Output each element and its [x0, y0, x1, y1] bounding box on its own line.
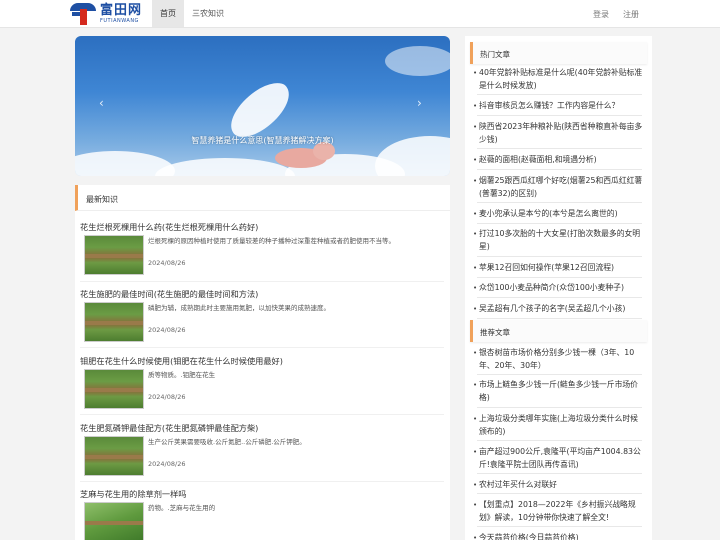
- divider: [477, 202, 642, 203]
- article-date: 2024/08/26: [148, 393, 186, 401]
- main-nav: 首页 三农知识: [152, 0, 232, 27]
- article-date: 2024/08/26: [148, 460, 186, 468]
- recommended-article-link[interactable]: 亩产超过900公斤,袁隆平(平均亩产1004.83公斤!袁隆平院士团队再传喜讯): [473, 446, 643, 471]
- divider: [477, 223, 642, 224]
- carousel-caption[interactable]: 智慧养猪是什么意思(智慧养猪解决方案): [75, 135, 450, 146]
- site-logo[interactable]: 富田网 FUTIANWANG: [70, 2, 146, 26]
- recommended-article-link[interactable]: 【划重点】2018—2022年《乡村振兴战略规划》解读，10分钟带你快速了解全文…: [473, 499, 643, 524]
- logo-subtitle: FUTIANWANG: [100, 18, 139, 24]
- article-title[interactable]: 花生肥氮磷钾最佳配方(花生肥氮磷钾最佳配方柴): [80, 422, 258, 434]
- logo-mark-icon: [70, 3, 96, 25]
- hot-article-link[interactable]: 抖音审核员怎么赚钱？工作内容是什么？: [473, 100, 643, 113]
- divider: [477, 277, 642, 278]
- top-header: 富田网 FUTIANWANG 首页 三农知识 登录 注册: [0, 0, 720, 28]
- article-thumbnail[interactable]: [84, 436, 144, 476]
- divider: [477, 407, 642, 408]
- divider: [477, 256, 642, 257]
- article-date: 2024/08/26: [148, 326, 186, 334]
- article-thumbnail[interactable]: [84, 369, 144, 409]
- hot-article-link[interactable]: 陕西省2023年种粮补贴(陕西省种粮直补每亩多少钱): [473, 121, 643, 146]
- hot-article-link[interactable]: 麦小兜承认是本兮的(本兮是怎么离世的): [473, 208, 643, 221]
- right-sidebar: 热门文章 40年党龄补贴标准是什么呢(40年党龄补贴标准是什么时候发放) 抖音审…: [465, 36, 652, 540]
- divider: [477, 473, 642, 474]
- article-summary: 烂根死棵的原因种植时使用了质量较差的种子播种过深重茬种植或者药肥使用不当等。: [148, 237, 395, 245]
- carousel-next-icon[interactable]: ›: [417, 96, 422, 110]
- hot-article-link[interactable]: 吴孟超有几个孩子的名字(吴孟超几个小孩): [473, 303, 643, 316]
- divider: [477, 526, 642, 527]
- divider: [477, 148, 642, 149]
- article-summary: 药物。.芝麻与花生用的: [148, 504, 216, 512]
- recommended-article-link[interactable]: 上海垃圾分类哪年实施(上海垃圾分类什么时候颁布的): [473, 413, 643, 438]
- divider: [477, 115, 642, 116]
- nav-agri-knowledge[interactable]: 三农知识: [184, 0, 232, 27]
- cloud-shape: [385, 46, 450, 76]
- logo-text: 富田网 FUTIANWANG: [100, 4, 142, 24]
- article-title[interactable]: 花生施肥的最佳时间(花生施肥的最佳时间和方法): [80, 288, 258, 300]
- cloud-shape: [155, 158, 295, 176]
- nav-home[interactable]: 首页: [152, 0, 184, 27]
- hot-article-link[interactable]: 苹果12召回如何操作(苹果12召回流程): [473, 262, 643, 275]
- recommended-article-link[interactable]: 今天蒜苔价格(今日蒜苔价格): [473, 532, 643, 540]
- recommended-article-link[interactable]: 银杏树苗市场价格分别多少钱一棵（3年、10年、20年、30年）: [473, 347, 643, 372]
- divider: [80, 414, 444, 415]
- divider: [477, 169, 642, 170]
- divider: [80, 281, 444, 282]
- latest-knowledge-panel: 最新知识 花生烂根死棵用什么药(花生烂根死棵用什么药好) 烂根死棵的原因种植时使…: [75, 185, 450, 540]
- article-title[interactable]: 芝麻与花生用的除草剂一样吗: [80, 488, 186, 500]
- article-title[interactable]: 钼肥在花生什么时候使用(钼肥在花生什么时候使用最好): [80, 355, 283, 367]
- article-thumbnail[interactable]: [84, 235, 144, 275]
- article-title[interactable]: 花生烂根死棵用什么药(花生烂根死棵用什么药好): [80, 221, 258, 233]
- register-link[interactable]: 注册: [623, 9, 639, 20]
- hero-carousel[interactable]: ‹ › 智慧养猪是什么意思(智慧养猪解决方案): [75, 36, 450, 176]
- hot-article-link[interactable]: 40年党龄补贴标准是什么呢(40年党龄补贴标准是什么时候发放): [473, 67, 643, 92]
- divider: [477, 440, 642, 441]
- divider: [477, 493, 642, 494]
- hot-article-link[interactable]: 赵薇的面相(赵薇面相,和境遇分析): [473, 154, 643, 167]
- carousel-prev-icon[interactable]: ‹: [99, 96, 104, 110]
- article-summary: 生产公斤荚果需要吸收.公斤氮肥..公斤磷肥.公斤钾肥。: [148, 438, 306, 446]
- hot-article-link[interactable]: 打过10多次胎的十大女星(打胎次数最多的女明星): [473, 228, 643, 253]
- recommended-articles-title: 推荐文章: [470, 320, 647, 342]
- article-date: 2024/08/26: [148, 259, 186, 267]
- recommended-article-link[interactable]: 市场上鲢鱼多少钱一斤(鲢鱼多少钱一斤市场价格): [473, 379, 643, 404]
- hot-article-link[interactable]: 烟薯25跟西瓜红哪个好吃(烟薯25和西瓜红红薯(普薯32)的区别): [473, 175, 643, 200]
- divider: [477, 318, 642, 319]
- divider: [477, 297, 642, 298]
- article-summary: 磷肥为辅，成熟期此时主要施用氮肥，以加快荚果的成熟速度。: [148, 304, 330, 312]
- hot-article-link[interactable]: 众岱100小麦品种简介(众岱100小麦种子): [473, 282, 643, 295]
- hot-articles-title: 热门文章: [470, 42, 647, 64]
- divider: [477, 374, 642, 375]
- panel-title: 最新知识: [75, 185, 450, 211]
- article-thumbnail[interactable]: [84, 302, 144, 342]
- article-summary: 质等物质。.钼肥在花生: [148, 371, 216, 379]
- logo-name: 富田网: [100, 3, 143, 18]
- recommended-article-link[interactable]: 农村过年买什么对联好: [473, 479, 643, 492]
- article-thumbnail[interactable]: [84, 502, 144, 540]
- login-link[interactable]: 登录: [593, 9, 609, 20]
- divider: [80, 347, 444, 348]
- divider: [80, 481, 444, 482]
- divider: [477, 94, 642, 95]
